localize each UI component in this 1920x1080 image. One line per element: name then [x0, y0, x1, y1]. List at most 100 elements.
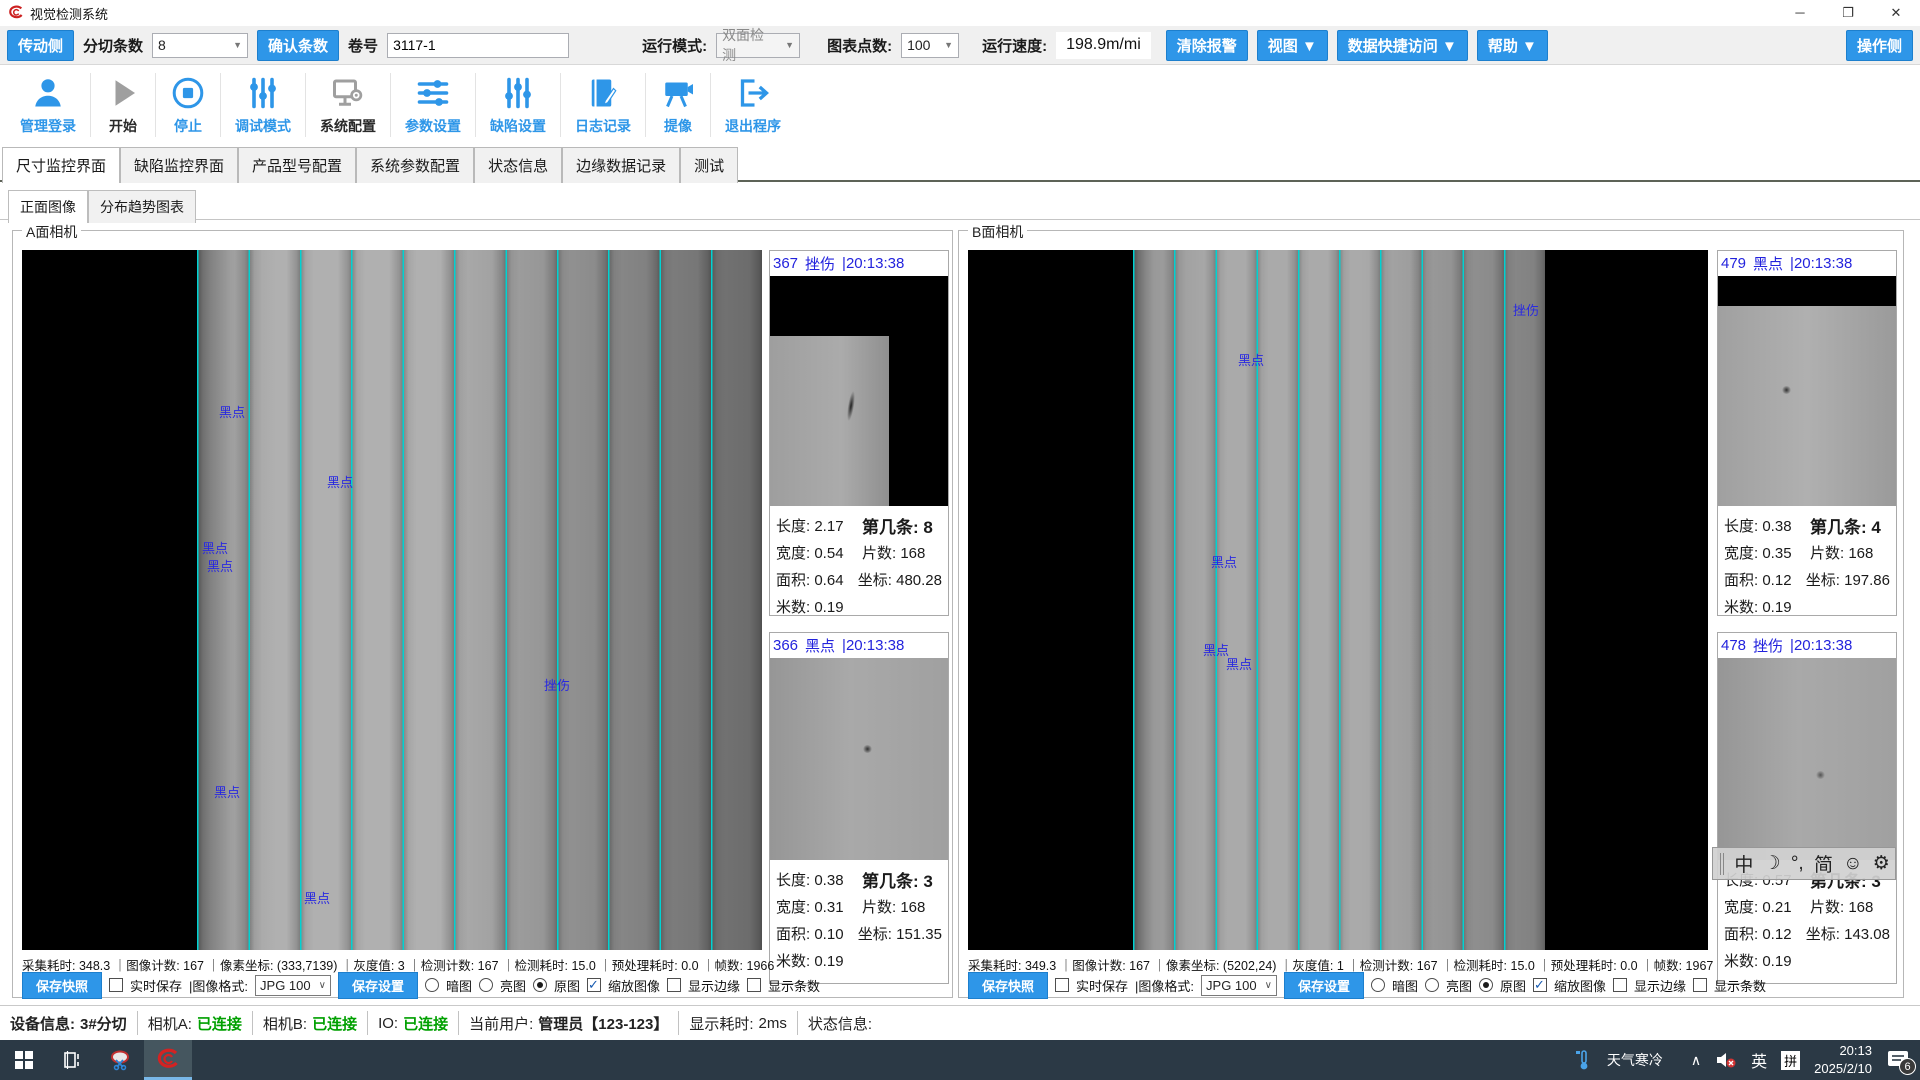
defect-info: 长度: 0.38 第几条: 4 宽度: 0.35 片数: 168 面积: 0.1…: [1718, 506, 1896, 620]
toolbar-system-config[interactable]: 系统配置: [306, 65, 390, 145]
minimize-button[interactable]: ─: [1776, 0, 1824, 26]
weather-status-text[interactable]: 天气寒冷: [1607, 1050, 1663, 1070]
thumbnail-material: [770, 336, 889, 506]
toolbar-capture-image[interactable]: 提像: [646, 65, 710, 145]
task-view-button[interactable]: [48, 1040, 96, 1080]
thumbnail-material: [770, 658, 948, 860]
view-menu-button[interactable]: 视图 ▼: [1257, 30, 1328, 61]
tray-expand-chevron-icon[interactable]: ∧: [1691, 1052, 1701, 1069]
defect-thumbnail: [1718, 658, 1896, 860]
tab-defect-monitor[interactable]: 缺陷监控界面: [120, 147, 238, 183]
bright-image-radio[interactable]: [1425, 978, 1439, 992]
save-snapshot-button[interactable]: 保存快照: [968, 972, 1048, 999]
task-view-icon: [62, 1050, 82, 1070]
subtab-trend-chart[interactable]: 分布趋势图表: [88, 190, 196, 223]
toolbar-log-record[interactable]: 日志记录: [561, 65, 645, 145]
ime-settings-gear-icon[interactable]: ⚙: [1873, 852, 1890, 875]
bright-image-radio[interactable]: [479, 978, 493, 992]
ime-grip-handle[interactable]: [1720, 853, 1724, 875]
show-count-checkbox[interactable]: [747, 978, 761, 992]
ime-fullshape-moon-icon[interactable]: ☽: [1764, 852, 1781, 875]
vision-app-taskbar-button[interactable]: [144, 1040, 192, 1080]
volume-muted-icon[interactable]: [1715, 1051, 1737, 1069]
image-format-select[interactable]: JPG 100 ∨: [255, 975, 331, 996]
meters-label: 米数:: [776, 599, 810, 616]
toolbar-start[interactable]: 开始: [91, 65, 155, 145]
start-button[interactable]: [0, 1040, 48, 1080]
close-button[interactable]: ✕: [1872, 0, 1920, 26]
defect-card[interactable]: 366 黑点 |20:13:38 长度: 0.38 第几条: 3 宽度: 0.3…: [769, 632, 949, 984]
save-snapshot-button[interactable]: 保存快照: [22, 972, 102, 999]
snipping-tool-button[interactable]: [96, 1040, 144, 1080]
main-tab-strip: 尺寸监控界面 缺陷监控界面 产品型号配置 系统参数配置 状态信息 边缘数据记录 …: [2, 147, 738, 183]
show-edge-checkbox[interactable]: [1613, 978, 1627, 992]
realtime-save-checkbox[interactable]: [109, 978, 123, 992]
confirm-count-button[interactable]: 确认条数: [257, 30, 339, 61]
subtab-front-image[interactable]: 正面图像: [8, 190, 88, 223]
defect-card[interactable]: 479 黑点 |20:13:38 长度: 0.38 第几条: 4 宽度: 0.3…: [1717, 250, 1897, 616]
run-speed-label: 运行速度:: [982, 35, 1047, 56]
pieces-label: 片数:: [862, 545, 896, 562]
sliders-horizontal-icon: [415, 75, 451, 111]
display-time-value: 2ms: [759, 1015, 787, 1032]
tab-status-info[interactable]: 状态信息: [474, 147, 562, 183]
roll-number-input[interactable]: [387, 33, 569, 58]
toolbar-stop[interactable]: 停止: [156, 65, 220, 145]
toolbar-param-settings[interactable]: 参数设置: [391, 65, 475, 145]
language-indicator[interactable]: 英: [1751, 1048, 1767, 1072]
toolbar-debug-mode[interactable]: 调试模式: [221, 65, 305, 145]
film-strips-image: [197, 250, 762, 950]
run-mode-select[interactable]: 双面检测 ▼: [716, 33, 800, 58]
original-image-radio[interactable]: [533, 978, 547, 992]
defect-marker-label: 黑点: [219, 402, 245, 421]
ime-chinese-mode[interactable]: 中: [1734, 850, 1753, 877]
ime-punctuation-mode[interactable]: °,: [1791, 853, 1804, 875]
slit-count-select[interactable]: 8 ▼: [152, 33, 248, 58]
tab-test[interactable]: 测试: [680, 147, 738, 183]
image-format-select[interactable]: JPG 100 ∨: [1201, 975, 1277, 996]
dark-image-radio[interactable]: [425, 978, 439, 992]
tab-edge-data-record[interactable]: 边缘数据记录: [562, 147, 680, 183]
toolbar-defect-settings[interactable]: 缺陷设置: [476, 65, 560, 145]
defect-thumbnail: [770, 276, 948, 506]
defect-marker-label: 挫伤: [1513, 300, 1539, 319]
defect-card[interactable]: 478 挫伤 |20:13:38 长度: 0.57 第几条: 3 宽度: 0.2…: [1717, 632, 1897, 984]
ime-simplified-mode[interactable]: 简: [1814, 850, 1833, 877]
camera-a-controls: 保存快照 实时保存 |图像格式: JPG 100 ∨ 保存设置 暗图 亮图 原图…: [22, 973, 820, 997]
defect-thumbnail: [770, 658, 948, 860]
show-edge-checkbox[interactable]: [667, 978, 681, 992]
save-settings-button[interactable]: 保存设置: [338, 972, 418, 999]
strip-no-label: 第几条:: [862, 872, 919, 891]
operation-side-button[interactable]: 操作侧: [1846, 30, 1913, 61]
help-menu-button[interactable]: 帮助 ▼: [1477, 30, 1548, 61]
maximize-button[interactable]: ❐: [1824, 0, 1872, 26]
action-center-button[interactable]: 6: [1886, 1049, 1910, 1071]
ime-pinyin-indicator[interactable]: 拼: [1781, 1051, 1800, 1070]
transmission-side-button[interactable]: 传动侧: [7, 30, 74, 61]
zoom-image-checkbox[interactable]: [587, 978, 601, 992]
defect-card[interactable]: 367 挫伤 |20:13:38 长度: 2.17 第几条: 8 宽度: 0.5…: [769, 250, 949, 616]
tab-system-param-config[interactable]: 系统参数配置: [356, 147, 474, 183]
dark-image-radio[interactable]: [1371, 978, 1385, 992]
save-settings-button[interactable]: 保存设置: [1284, 972, 1364, 999]
defect-marker-label: 黑点: [1211, 552, 1237, 571]
defect-marker-label: 黑点: [1226, 654, 1252, 673]
coord-label: 坐标:: [1806, 572, 1840, 589]
zoom-image-checkbox[interactable]: [1533, 978, 1547, 992]
data-quick-access-button[interactable]: 数据快捷访问 ▼: [1337, 30, 1468, 61]
original-image-radio[interactable]: [1479, 978, 1493, 992]
ime-emoji-icon[interactable]: ☺: [1843, 853, 1862, 875]
toolbar-admin-login[interactable]: 管理登录: [6, 65, 90, 145]
tab-product-model-config[interactable]: 产品型号配置: [238, 147, 356, 183]
realtime-save-checkbox[interactable]: [1055, 978, 1069, 992]
clock[interactable]: 20:13 2025/2/10: [1814, 1042, 1872, 1077]
show-count-checkbox[interactable]: [1693, 978, 1707, 992]
toolbar-exit-program[interactable]: 退出程序: [711, 65, 795, 145]
length-value: 2.17: [814, 518, 843, 535]
clock-time: 20:13: [1814, 1042, 1872, 1060]
chart-points-select[interactable]: 100 ▼: [901, 33, 959, 58]
length-label: 长度:: [776, 872, 810, 889]
tab-size-monitor[interactable]: 尺寸监控界面: [2, 147, 120, 183]
chevron-down-icon: ▼: [777, 40, 794, 50]
clear-alarm-button[interactable]: 清除报警: [1166, 30, 1248, 61]
